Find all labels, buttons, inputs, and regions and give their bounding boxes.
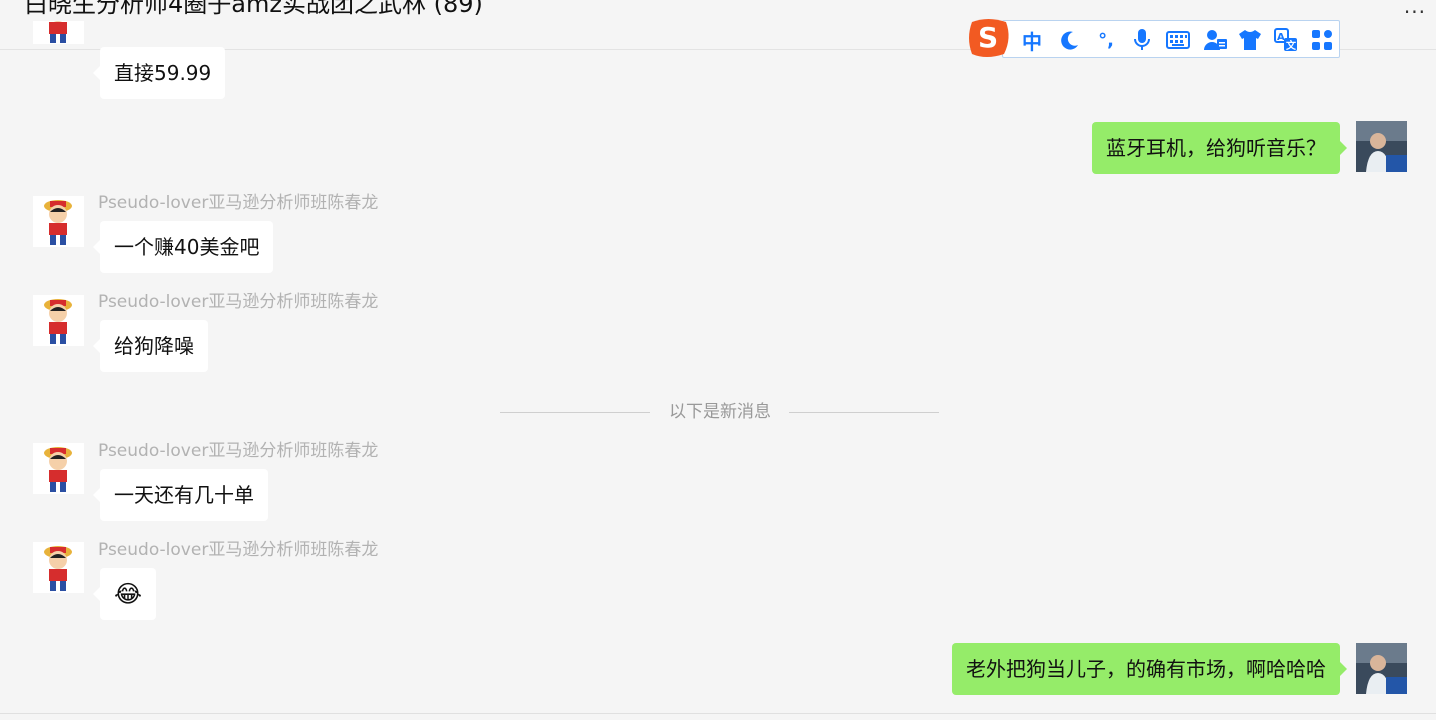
message-bubble-outgoing[interactable]: 老外把狗当儿子，的确有市场，啊哈哈哈 (952, 643, 1347, 695)
punctuation-icon[interactable]: °, (1093, 27, 1119, 53)
my-avatar[interactable] (1356, 643, 1407, 694)
skin-shirt-icon[interactable] (1237, 27, 1263, 53)
sender-name: Pseudo-lover亚马逊分析师班陈春龙 (98, 193, 379, 213)
moon-icon[interactable] (1057, 27, 1083, 53)
my-avatar[interactable] (1356, 121, 1407, 172)
chat-title: 白晓生分析师4圈子amz实战团之武林 (89) (24, 0, 483, 18)
translate-icon[interactable]: A文 (1273, 27, 1299, 53)
avatar[interactable] (33, 542, 84, 593)
more-options-icon[interactable]: ··· (1404, 2, 1426, 22)
avatar[interactable] (33, 443, 84, 494)
message-bubble-outgoing[interactable]: 蓝牙耳机，给狗听音乐？ (1092, 122, 1347, 174)
avatar[interactable] (33, 196, 84, 247)
avatar[interactable] (33, 21, 84, 72)
sender-name: Pseudo-lover亚马逊分析师班陈春龙 (98, 540, 379, 560)
svg-text:S: S (978, 21, 998, 54)
sender-name: Pseudo-lover亚马逊分析师班陈春龙 (98, 441, 379, 461)
divider-line-right (789, 412, 939, 413)
message-bubble[interactable]: 直接59.99 (92, 47, 226, 99)
svg-text:A: A (1277, 32, 1285, 43)
message-bubble[interactable]: 一个赚40美金吧 (92, 221, 274, 273)
sender-name: Pseudo-lover亚马逊分析师班陈春龙 (98, 292, 379, 312)
message-bubble[interactable]: 给狗降噪 (93, 320, 208, 372)
message-bubble[interactable]: 一天还有几十单 (93, 469, 268, 521)
chinese-mode-icon[interactable]: 中 (1019, 27, 1045, 54)
microphone-icon[interactable] (1129, 27, 1155, 53)
svg-text:文: 文 (1286, 39, 1297, 52)
toolbox-icon[interactable] (1309, 27, 1335, 53)
ime-toolbar: 中 °, A文 (1002, 20, 1340, 58)
keyboard-icon[interactable] (1165, 27, 1191, 53)
emoji-message-bubble[interactable]: 😂 (92, 568, 157, 620)
avatar[interactable] (33, 295, 84, 346)
input-area-border (0, 713, 1436, 714)
account-icon[interactable] (1203, 27, 1229, 53)
sogou-logo-icon[interactable]: S (966, 14, 1012, 60)
new-messages-divider: 以下是新消息 (500, 400, 940, 424)
